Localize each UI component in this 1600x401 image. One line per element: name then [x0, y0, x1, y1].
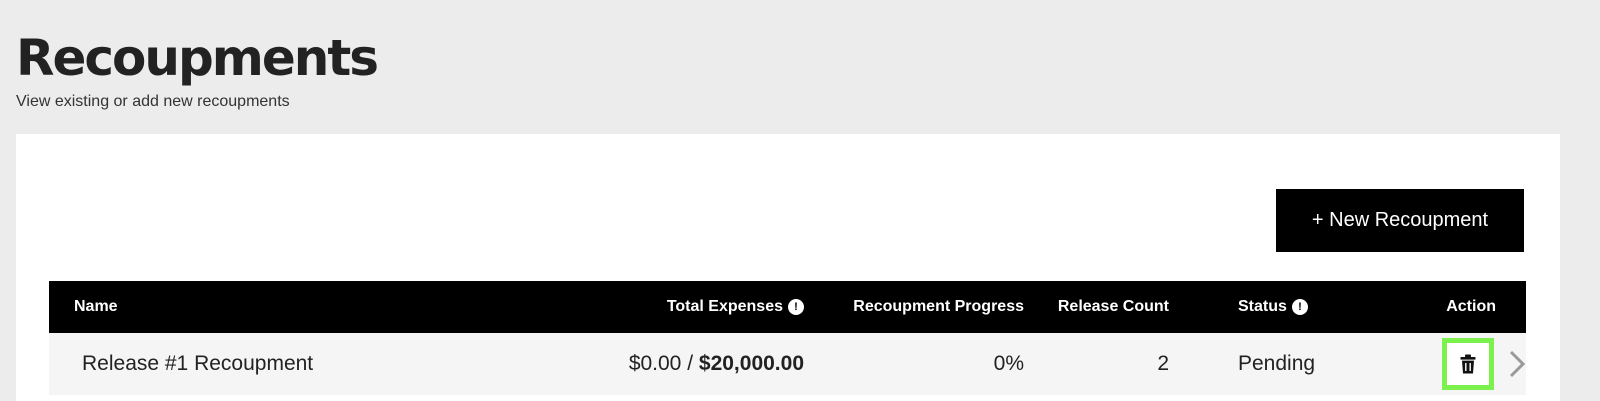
delete-recoupment-button[interactable]	[1442, 338, 1494, 390]
column-header-name[interactable]: Name	[74, 281, 118, 333]
open-recoupment-button[interactable]	[1506, 347, 1528, 381]
chevron-right-icon	[1509, 350, 1526, 378]
recoupments-card: + New Recoupment Name Total Expenses ! R…	[16, 134, 1560, 401]
row-total-expenses: $0.00 / $20,000.00	[629, 333, 804, 395]
column-header-progress[interactable]: Recoupment Progress	[853, 281, 1024, 333]
column-header-name-label: Name	[74, 298, 118, 315]
row-progress: 0%	[993, 352, 1024, 375]
row-expenses-separator: /	[681, 352, 699, 375]
column-header-release-count[interactable]: Release Count	[1058, 281, 1169, 333]
column-header-action-label: Action	[1446, 298, 1496, 315]
row-name: Release #1 Recoupment	[82, 352, 314, 375]
column-header-status[interactable]: Status !	[1238, 281, 1308, 333]
column-header-progress-label: Recoupment Progress	[853, 298, 1024, 315]
row-expenses-total: $20,000.00	[698, 352, 804, 375]
status-info-icon[interactable]: !	[1291, 299, 1308, 315]
row-expenses-recouped: $0.00	[628, 352, 682, 375]
column-header-release-count-label: Release Count	[1057, 298, 1169, 315]
page-title: Recoupments	[16, 29, 379, 87]
new-recoupment-button[interactable]: + New Recoupment	[1276, 189, 1524, 252]
status-badge: Pending	[1238, 352, 1316, 375]
column-header-total-expenses-label: Total Expenses	[666, 298, 783, 315]
column-header-total-expenses[interactable]: Total Expenses !	[667, 281, 804, 333]
trash-icon	[1460, 354, 1476, 374]
recoupments-table: Name Total Expenses ! Recoupment Progres…	[49, 281, 1526, 395]
total-expenses-info-icon[interactable]: !	[788, 299, 804, 315]
column-header-action: Action	[1446, 281, 1496, 333]
row-release-count: 2	[1157, 352, 1169, 375]
table-row[interactable]: Release #1 Recoupment $0.00 / $20,000.00…	[49, 333, 1526, 395]
column-header-status-label: Status	[1238, 298, 1287, 315]
table-header: Name Total Expenses ! Recoupment Progres…	[49, 281, 1526, 333]
page-subtitle: View existing or add new recoupments	[16, 93, 290, 110]
